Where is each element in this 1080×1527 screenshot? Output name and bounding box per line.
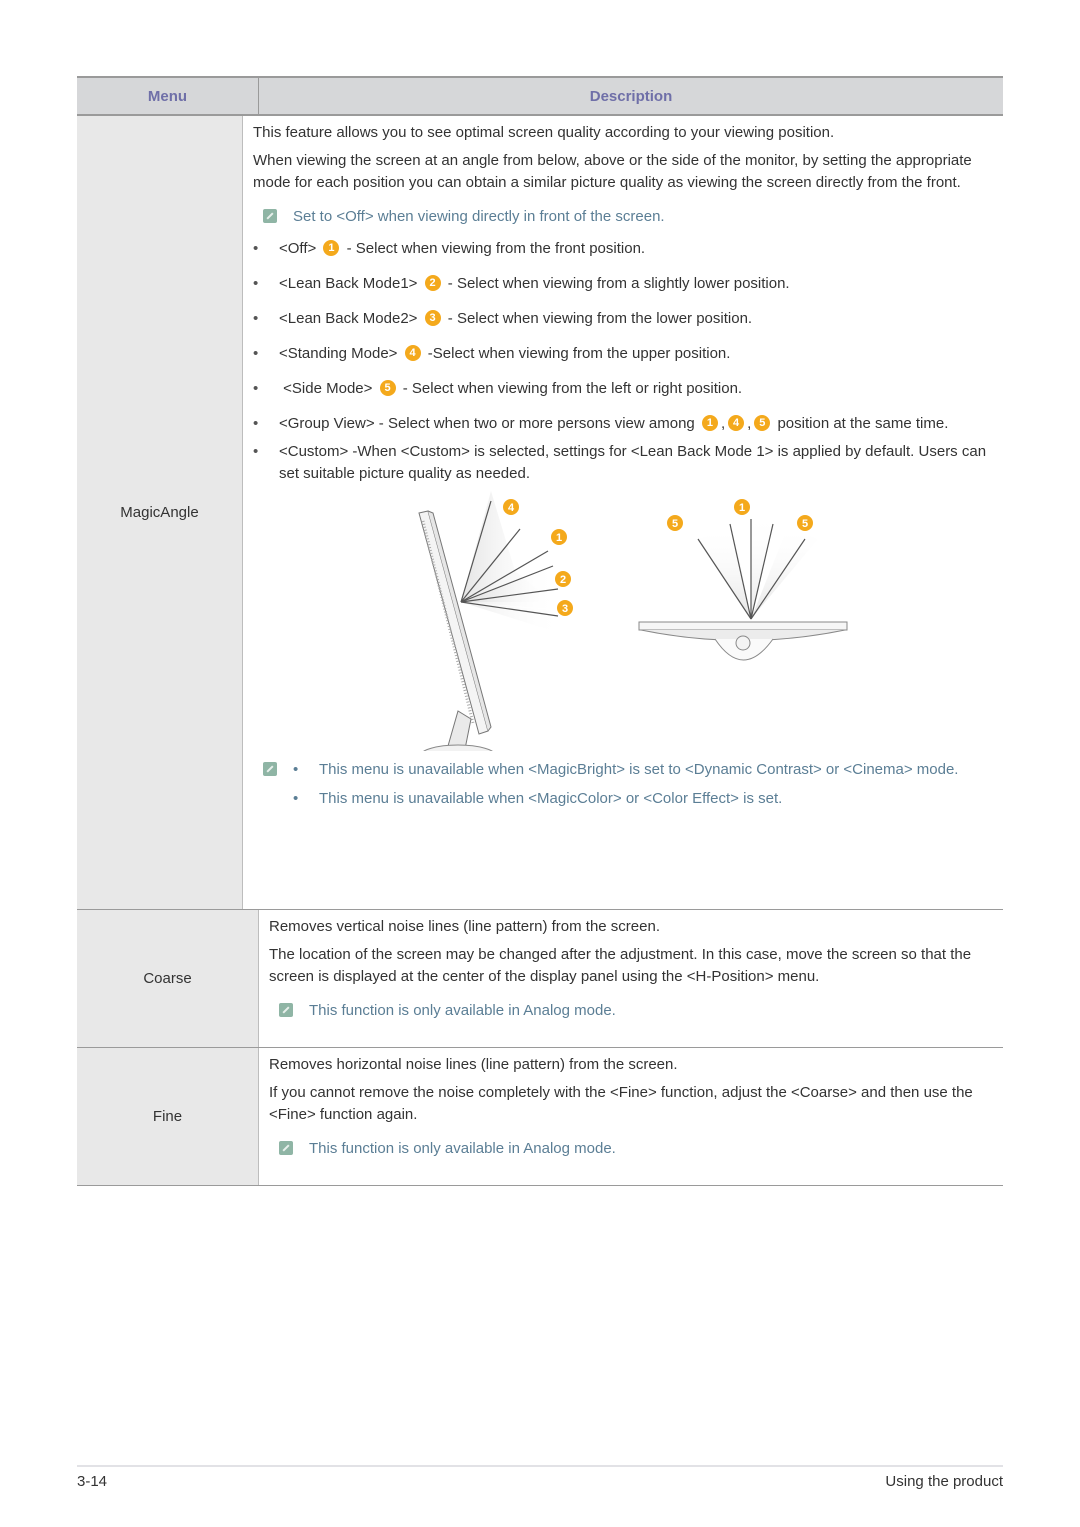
- list-item: <Side Mode> 5 - Select when viewing from…: [253, 378, 993, 400]
- page-footer: 3-14 Using the product: [77, 1465, 1003, 1490]
- mode-text: - Select when viewing from the front pos…: [346, 240, 646, 257]
- table-row-fine: Fine Removes horizontal noise lines (lin…: [77, 1048, 1003, 1186]
- paragraph: The location of the screen may be change…: [269, 946, 972, 985]
- notes: This menu is unavailable when <MagicBrig…: [263, 759, 993, 817]
- menu-cell: Fine: [77, 1048, 259, 1185]
- note-text: This function is only available in Analo…: [309, 1002, 616, 1019]
- badge-label: 5: [802, 518, 808, 530]
- paragraph: This feature allows you to see optimal s…: [253, 124, 835, 141]
- number-badge-icon: 5: [754, 415, 771, 431]
- description-cell: Removes vertical noise lines (line patte…: [259, 910, 1003, 1047]
- mode-label: <Standing Mode>: [279, 345, 398, 362]
- list-item: <Lean Back Mode2> 3 - Select when viewin…: [253, 308, 993, 330]
- list-item-group-view: <Group View> - Select when two or more p…: [253, 413, 993, 435]
- menu-table: Menu Description MagicAngle This feature…: [77, 76, 1003, 1186]
- header-menu: Menu: [77, 78, 259, 114]
- paragraph: If you cannot remove the noise completel…: [269, 1084, 973, 1123]
- table-row-coarse: Coarse Removes vertical noise lines (lin…: [77, 910, 1003, 1048]
- note-pencil-icon: [263, 209, 277, 223]
- number-badge-icon: 2: [424, 275, 441, 291]
- number-badge-icon: 4: [404, 345, 421, 361]
- mode-text: position at the same time.: [777, 415, 949, 432]
- note-pencil-icon: [263, 762, 277, 776]
- mode-label: <Off>: [279, 240, 317, 257]
- menu-cell: MagicAngle: [77, 116, 243, 909]
- mode-label: <Lean Back Mode2>: [279, 310, 418, 327]
- number-badge-icon: 4: [728, 415, 745, 431]
- number-badge-icon: 5: [379, 380, 396, 396]
- mode-list: <Off> 1 - Select when viewing from the f…: [253, 238, 993, 485]
- table-header: Menu Description: [77, 76, 1003, 116]
- mode-text: - Select when viewing from a slightly lo…: [447, 275, 790, 292]
- badge-label: 5: [672, 518, 678, 530]
- section-title: Using the product: [885, 1473, 1003, 1490]
- number-badge-icon: 1: [701, 415, 718, 431]
- mode-text: <Custom> -When <Custom> is selected, set…: [279, 443, 987, 482]
- list-item: <Lean Back Mode1> 2 - Select when viewin…: [253, 273, 993, 295]
- mode-label: <Side Mode>: [279, 380, 373, 397]
- paragraph: When viewing the screen at an angle from…: [253, 152, 972, 191]
- number-badge-icon: 1: [323, 240, 340, 256]
- note-text: This function is only available in Analo…: [309, 1140, 616, 1157]
- paragraph: Removes horizontal noise lines (line pat…: [269, 1056, 678, 1073]
- note: This function is only available in Analo…: [279, 1138, 993, 1160]
- badge-label: 1: [556, 532, 562, 544]
- menu-cell: Coarse: [77, 910, 259, 1047]
- mode-text: -Select when viewing from the upper posi…: [427, 345, 731, 362]
- mode-text: - Select when viewing from the lower pos…: [447, 310, 753, 327]
- number-badge-icon: 3: [424, 310, 441, 326]
- note-pencil-icon: [279, 1141, 293, 1155]
- magicangle-figures: 4 1 2 3 5 1 5: [253, 491, 993, 768]
- badge-label: 4: [508, 502, 515, 514]
- top-view-badges: 5 1 5: [667, 499, 813, 531]
- description-cell: Removes horizontal noise lines (line pat…: [259, 1048, 1003, 1185]
- list-item: <Standing Mode> 4 -Select when viewing f…: [253, 343, 993, 365]
- list-item: <Off> 1 - Select when viewing from the f…: [253, 238, 993, 260]
- page-number: 3-14: [77, 1473, 108, 1490]
- list-item-custom: <Custom> -When <Custom> is selected, set…: [253, 441, 993, 485]
- top-view-monitor-illustration: [638, 513, 848, 661]
- note: Set to <Off> when viewing directly in fr…: [263, 206, 993, 228]
- note-text: Set to <Off> when viewing directly in fr…: [293, 208, 665, 225]
- description-cell: This feature allows you to see optimal s…: [243, 116, 1003, 909]
- table-row-magicangle: MagicAngle This feature allows you to se…: [77, 116, 1003, 910]
- badge-label: 3: [562, 603, 568, 615]
- monitor-angle-diagram: 4 1 2 3 5 1 5: [418, 491, 848, 768]
- paragraph: Removes vertical noise lines (line patte…: [269, 918, 660, 935]
- mode-text: <Group View> - Select when two or more p…: [279, 415, 695, 432]
- note: This function is only available in Analo…: [279, 1000, 993, 1022]
- side-view-monitor-illustration: [418, 491, 563, 768]
- mode-label: <Lean Back Mode1>: [279, 275, 418, 292]
- badge-label: 2: [560, 574, 566, 586]
- note-pencil-icon: [279, 1003, 293, 1017]
- header-description: Description: [589, 87, 673, 105]
- mode-text: - Select when viewing from the left or r…: [402, 380, 743, 397]
- note-item: This menu is unavailable when <MagicColo…: [293, 788, 958, 810]
- note-item: This menu is unavailable when <MagicBrig…: [293, 759, 958, 781]
- badge-label: 1: [739, 502, 745, 514]
